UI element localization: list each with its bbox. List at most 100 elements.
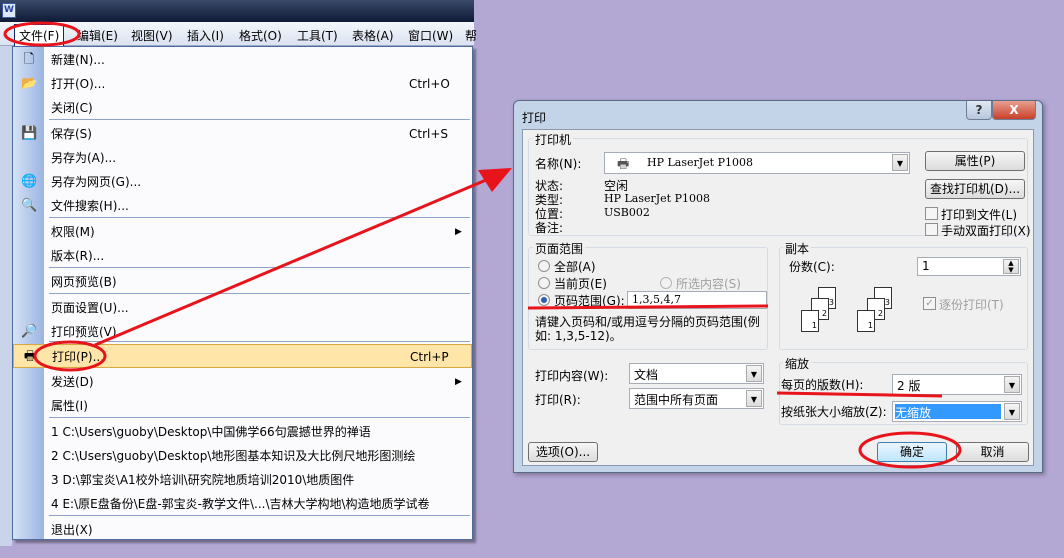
menu-item-label: 退出(X) — [51, 523, 93, 537]
menu-table[interactable]: 表格(A) — [352, 27, 394, 44]
menu-help[interactable]: 帮 — [465, 27, 477, 44]
menu-file[interactable]: 文件(F) — [14, 24, 65, 46]
menu-item-label: 2 C:\Users\guoby\Desktop\地形图基本知识及大比例尺地形图… — [51, 449, 416, 463]
where-value: USB002 — [604, 206, 650, 219]
file-menu: 🗋 新建(N)... 📂 打开(O)... Ctrl+O 关闭(C) 💾 保存(S) Ctrl+… — [12, 46, 473, 540]
menu-item[interactable]: 属性(I) — [13, 394, 472, 418]
page-range-input[interactable]: 1,3,5,4,7 — [627, 291, 767, 309]
menu-item-label: 1 C:\Users\guoby\Desktop\中国佛学66句震撼世界的禅语 — [51, 425, 371, 439]
copies-count-label: 份数(C): — [789, 260, 835, 274]
menu-item[interactable]: 网页预览(B) — [13, 270, 472, 294]
menu-item[interactable]: 🗋 新建(N)... — [13, 48, 472, 72]
properties-button[interactable]: 属性(P) — [925, 151, 1025, 171]
menu-item[interactable]: 🔎 打印预览(V) — [13, 320, 472, 344]
copies-count-value: 1 — [922, 259, 930, 273]
menu-item-label: 3 D:\郭宝炎\A1校外培训\研究院地质培训2010\地质图件 — [51, 473, 355, 487]
menu-item-label: 页面设置(U)... — [51, 301, 129, 315]
menu-item-label: 另存为网页(G)... — [51, 175, 142, 189]
menu-window[interactable]: 窗口(W) — [408, 27, 453, 44]
manual-duplex-checkbox[interactable] — [925, 223, 938, 236]
word-icon: W — [2, 3, 16, 18]
menu-item[interactable]: 💾 保存(S) Ctrl+S — [13, 122, 472, 146]
menu-view[interactable]: 视图(V) — [131, 27, 173, 44]
submenu-arrow-icon: ▶ — [455, 227, 462, 237]
save-icon: 💾 — [21, 126, 38, 141]
collate-page-1: 1 — [801, 310, 819, 332]
print-what-select[interactable]: 文档 ▼ — [629, 363, 764, 384]
arrow-head-icon — [478, 168, 512, 192]
close-button[interactable]: X — [992, 101, 1036, 120]
menu-item-label: 文件搜索(H)... — [51, 199, 129, 213]
manual-duplex-label: 手动双面打印(X) — [941, 224, 1031, 238]
menu-item[interactable]: 3 D:\郭宝炎\A1校外培训\研究院地质培训2010\地质图件 — [13, 468, 472, 492]
menu-item[interactable]: 1 C:\Users\guoby\Desktop\中国佛学66句震撼世界的禅语 — [13, 420, 472, 444]
menu-item-label: 4 E:\原E盘备份\E盘-郭宝炎-教学文件\...\吉林大学构地\构造地质学试… — [51, 497, 430, 511]
menu-item-label: 关闭(C) — [51, 101, 93, 115]
menu-item[interactable]: 🔍 文件搜索(H)... — [13, 194, 472, 218]
cancel-button[interactable]: 取消 — [956, 442, 1029, 462]
menu-item-shortcut: Ctrl+O — [409, 77, 450, 91]
print-value: 范围中所有页面 — [634, 393, 719, 407]
radio-all-label: 全部(A) — [554, 260, 596, 274]
copies-spinner[interactable]: 1 ▲ ▼ — [917, 257, 1021, 276]
chevron-down-icon[interactable]: ▼ — [746, 365, 762, 382]
printer-select[interactable]: 🖶 HP LaserJet P1008 ▼ — [604, 152, 910, 174]
menu-item[interactable]: 权限(M) ▶ — [13, 220, 472, 244]
spinner-arrows-icon[interactable]: ▲ ▼ — [1003, 259, 1019, 274]
title-bar: W — [0, 0, 474, 22]
menu-item[interactable]: 页面设置(U)... — [13, 296, 472, 320]
menu-item[interactable]: 🖶 打印(P)... Ctrl+P — [13, 344, 472, 368]
chevron-down-icon[interactable]: ▼ — [1004, 376, 1020, 393]
menu-item-label: 发送(D) — [51, 375, 94, 389]
menu-item[interactable]: 发送(D) ▶ — [13, 370, 472, 394]
ok-button[interactable]: 确定 — [877, 442, 947, 462]
radio-current-label: 当前页(E) — [554, 277, 607, 291]
pages-per-sheet-select[interactable]: 2 版 ▼ — [892, 374, 1022, 395]
print-select[interactable]: 范围中所有页面 ▼ — [629, 388, 764, 409]
menu-item[interactable]: 关闭(C) — [13, 96, 472, 120]
radio-selection-label: 所选内容(S) — [676, 277, 741, 291]
help-button[interactable]: ? — [966, 101, 992, 120]
dialog-title: 打印 — [522, 111, 547, 125]
menu-format[interactable]: 格式(O) — [239, 27, 282, 44]
menu-item-label: 权限(M) — [51, 225, 95, 239]
menu-bar: 文件(F) 编辑(E) 视图(V) 插入(I) 格式(O) 工具(T) 表格(A… — [0, 22, 477, 46]
chevron-down-icon[interactable]: ▼ — [892, 154, 908, 171]
menu-item-label: 保存(S) — [51, 127, 92, 141]
menu-tools[interactable]: 工具(T) — [297, 27, 338, 44]
print-to-file-checkbox[interactable] — [925, 207, 938, 220]
chevron-down-icon[interactable]: ▼ — [1004, 403, 1020, 420]
radio-all[interactable] — [538, 260, 550, 272]
zoom-label: 缩放 — [783, 355, 812, 372]
scale-select[interactable]: 无缩放 ▼ — [892, 401, 1022, 422]
menu-item[interactable]: 版本(R)... — [13, 244, 472, 268]
radio-pages[interactable] — [538, 294, 550, 306]
menu-item-shortcut: Ctrl+S — [409, 127, 449, 141]
menu-item[interactable]: 另存为(A)... — [13, 146, 472, 170]
menu-insert[interactable]: 插入(I) — [187, 27, 224, 44]
new-document-icon: 🗋 — [23, 52, 35, 67]
menu-edit[interactable]: 编辑(E) — [77, 27, 118, 44]
menu-item-label: 打印(P)... — [52, 350, 105, 364]
web-page-icon: 🌐 — [21, 174, 38, 189]
print-what-value: 文档 — [634, 368, 659, 382]
printer-icon: 🖶 — [617, 157, 630, 172]
open-folder-icon: 📂 — [21, 76, 38, 91]
radio-current-page[interactable] — [538, 277, 550, 289]
menu-item[interactable]: 4 E:\原E盘备份\E盘-郭宝炎-教学文件\...\吉林大学构地\构造地质学试… — [13, 492, 472, 516]
page-range-label: 页面范围 — [533, 240, 586, 257]
print-preview-icon: 🔎 — [21, 324, 38, 339]
radio-selection[interactable] — [660, 277, 672, 289]
options-button[interactable]: 选项(O)... — [528, 442, 598, 462]
menu-item[interactable]: 2 C:\Users\guoby\Desktop\地形图基本知识及大比例尺地形图… — [13, 444, 472, 468]
print-label: 打印(R): — [535, 393, 581, 407]
printer-group-label: 打印机 — [533, 131, 574, 148]
menu-item[interactable]: 📂 打开(O)... Ctrl+O — [13, 72, 472, 96]
menu-item[interactable]: 🌐 另存为网页(G)... — [13, 170, 472, 194]
collate-checkbox[interactable]: ✓ — [923, 297, 936, 310]
chevron-down-icon[interactable]: ▼ — [746, 390, 762, 407]
menu-item-label: 打印预览(V) — [51, 325, 117, 339]
scale-value: 无缩放 — [895, 404, 1001, 420]
find-printer-button[interactable]: 查找打印机(D)... — [925, 179, 1025, 199]
menu-item[interactable]: 退出(X) — [13, 518, 472, 542]
